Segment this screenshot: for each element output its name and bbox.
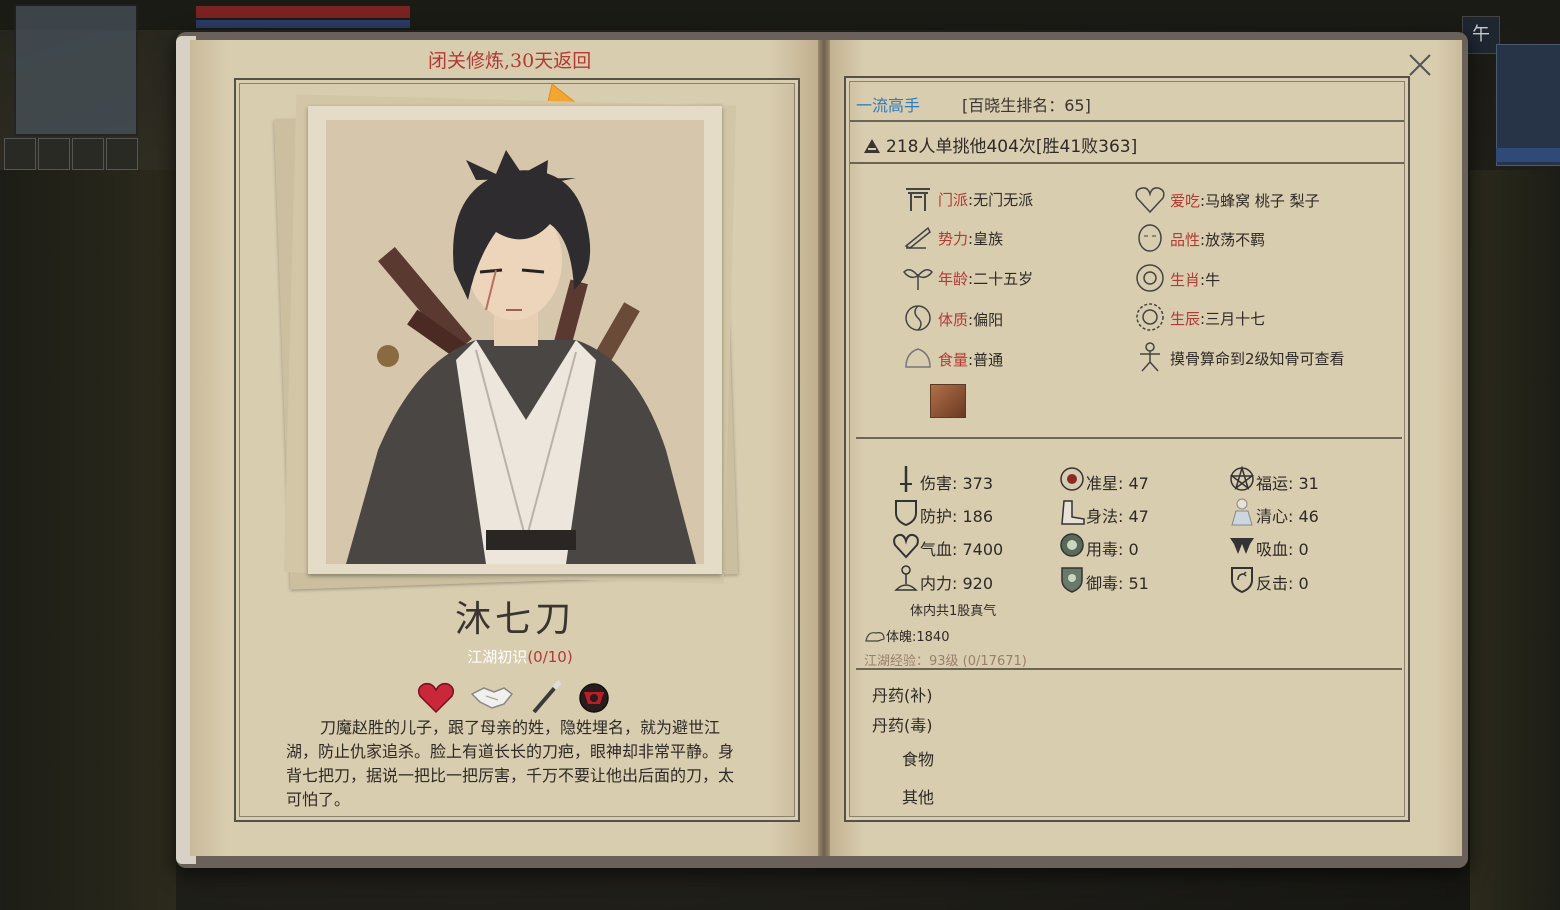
player-mana-bar [196, 20, 410, 28]
character-portrait [326, 120, 704, 564]
likes-value: :马蜂窝 桃子 梨子 [1200, 192, 1320, 210]
sprout-icon [902, 262, 934, 292]
minimap-label [1496, 148, 1560, 162]
counter-text: 反击: 0 [1256, 574, 1309, 593]
player-portrait[interactable] [14, 4, 138, 136]
challenge-record: 218人单挑他404次[胜41败363] [862, 132, 1137, 157]
item-pill-poison[interactable]: 丹药(毒) [872, 712, 933, 736]
inner-power-text: 内力: 920 [920, 574, 994, 593]
accuracy-text: 准星: 47 [1086, 474, 1149, 493]
shield-icon [892, 497, 920, 527]
counter-shield-icon [1228, 564, 1256, 594]
item-food[interactable]: 食物 [902, 746, 934, 770]
sword-icon [892, 464, 920, 494]
character-label: 品性 [1170, 231, 1201, 249]
meditation-icon [892, 564, 920, 594]
calendar-wheel-icon [1134, 302, 1166, 332]
reputation-label: 江湖初识 [467, 648, 528, 666]
heart-icon[interactable] [416, 680, 456, 714]
sect-label: 门派 [938, 191, 969, 209]
rank-row: 一流高手 [百晓生排名：65] [856, 90, 1396, 118]
character-value: :放荡不羁 [1200, 231, 1266, 249]
faction-label: 势力 [938, 230, 969, 248]
ruler-icon [902, 222, 934, 252]
meridian-figure-icon [1134, 342, 1166, 372]
reputation: 江湖初识(0/10) [440, 646, 600, 667]
item-other[interactable]: 其他 [902, 784, 934, 808]
poison-resist-text: 御毒: 51 [1086, 574, 1149, 593]
damage-text: 伤害: 373 [920, 474, 994, 493]
constitution-value: :偏阳 [968, 311, 1004, 329]
close-icon [1409, 54, 1431, 76]
relationship-icons [416, 680, 616, 716]
muscle-icon [864, 629, 886, 643]
appetite-value: :普通 [968, 351, 1004, 369]
poison-use-text: 用毒: 0 [1086, 540, 1139, 559]
divider [850, 162, 1404, 164]
hp-text: 气血: 7400 [920, 540, 1004, 559]
monk-icon [1228, 497, 1256, 527]
skill-slot[interactable] [930, 384, 966, 418]
hud-button[interactable] [38, 138, 70, 170]
item-pill-tonic[interactable]: 丹药(补) [872, 682, 933, 706]
enemy-mask-icon[interactable] [574, 680, 614, 714]
bun-icon [902, 343, 934, 373]
divider [850, 120, 1404, 122]
physique: 体魄:1840 [864, 626, 949, 645]
age-label: 年龄 [938, 270, 969, 288]
faction-value: :皇族 [968, 230, 1004, 248]
sect-value: :无门无派 [968, 191, 1034, 209]
character-bio: 刀魔赵胜的儿子，跟了母亲的姓，隐姓埋名，就为避世江湖，防止仇家追杀。脸上有道长长… [286, 718, 735, 809]
hud-button-row [0, 138, 170, 170]
reputation-value: (0/10) [527, 648, 573, 666]
poison-shield-icon [1058, 564, 1086, 594]
close-button[interactable] [1405, 50, 1435, 80]
constitution-label: 体质 [938, 311, 969, 329]
handshake-icon[interactable] [470, 680, 514, 714]
scene-left [0, 170, 176, 910]
rank-ranking: [百晓生排名：65] [962, 96, 1091, 115]
birthday-label: 生辰 [1170, 310, 1201, 328]
zodiac-label: 生肖 [1170, 271, 1201, 289]
zodiac-value: :牛 [1200, 271, 1221, 289]
zodiac-wheel-icon [1134, 263, 1166, 293]
divider [856, 668, 1402, 670]
target-icon [1058, 464, 1086, 494]
challenge-text: 218人单挑他404次[胜41败363] [886, 137, 1138, 157]
poison-badge-icon [1058, 530, 1086, 560]
scene-right [1470, 170, 1560, 910]
bone-hint: 摸骨算命到2级知骨可查看 [1170, 350, 1345, 368]
appetite-label: 食量 [938, 351, 969, 369]
retreat-notice: 闭关修炼,30天返回 [428, 50, 592, 72]
age-value: :二十五岁 [968, 270, 1034, 288]
birthday-value: :三月十七 [1200, 310, 1266, 328]
face-icon [1134, 223, 1166, 253]
clarity-text: 清心: 46 [1256, 507, 1319, 526]
blood-drip-icon [1228, 530, 1256, 560]
divider [856, 437, 1402, 439]
hud-button[interactable] [106, 138, 138, 170]
character-name: 沐七刀 [454, 599, 575, 640]
brush-icon[interactable] [526, 680, 566, 714]
gate-icon [902, 183, 934, 213]
duel-icon [862, 137, 882, 155]
luck-text: 福运: 31 [1256, 474, 1319, 493]
defense-text: 防护: 186 [920, 507, 994, 526]
book-spine [818, 40, 830, 856]
lifesteal-text: 吸血: 0 [1256, 540, 1309, 559]
hud-button[interactable] [72, 138, 104, 170]
yin-yang-icon [902, 303, 934, 333]
experience: 江湖经验：93级 (0/17671) [864, 654, 1027, 669]
agility-text: 身法: 47 [1086, 507, 1149, 526]
qi-count: 体内共1股真气 [910, 604, 997, 619]
heart-outline-icon [892, 530, 920, 560]
heart-outline-icon [1134, 184, 1166, 214]
hud-button[interactable] [4, 138, 36, 170]
rank-title: 一流高手 [856, 96, 921, 115]
pentagram-icon [1228, 464, 1256, 494]
boot-icon [1058, 497, 1086, 527]
physique-text: 体魄:1840 [886, 630, 950, 645]
likes-label: 爱吃 [1170, 192, 1201, 210]
player-health-bar [196, 6, 410, 18]
